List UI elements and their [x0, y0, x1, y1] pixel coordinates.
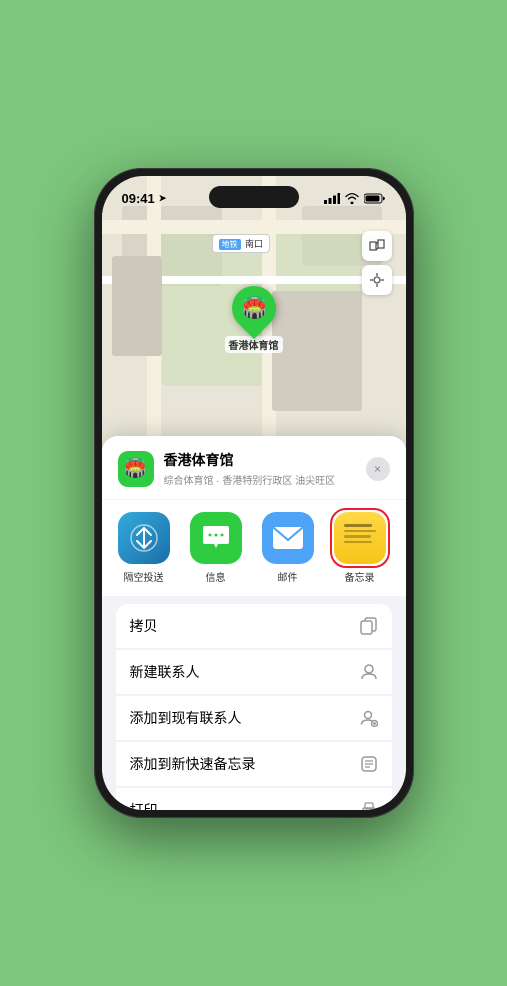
- quick-note-label: 添加到新快速备忘录: [130, 754, 256, 774]
- mail-label: 邮件: [278, 569, 298, 584]
- marker-pin: 🏟️: [222, 277, 284, 339]
- location-info: 香港体育馆 综合体育馆 · 香港特别行政区 油尖旺区: [164, 450, 366, 487]
- add-contact-icon: [360, 709, 378, 727]
- location-name: 香港体育馆: [164, 450, 366, 470]
- share-apps-row: 隔空投送 信息: [102, 500, 406, 596]
- location-button[interactable]: [362, 265, 392, 295]
- location-header: 🏟️ 香港体育馆 综合体育馆 · 香港特别行政区 油尖旺区 ×: [102, 436, 406, 499]
- app-item-messages[interactable]: 信息: [182, 512, 250, 584]
- new-contact-icon: [360, 663, 378, 681]
- map-controls: [362, 231, 392, 299]
- app-item-airdrop[interactable]: 隔空投送: [110, 512, 178, 584]
- dynamic-island: [209, 186, 299, 208]
- print-icon: [360, 801, 378, 810]
- action-quick-note[interactable]: 添加到新快速备忘录: [116, 742, 392, 787]
- action-new-contact[interactable]: 新建联系人: [116, 650, 392, 695]
- phone-screen: 09:41 ➤: [102, 176, 406, 810]
- close-button[interactable]: ×: [366, 457, 390, 481]
- location-arrow-icon: ➤: [159, 193, 167, 204]
- airdrop-label: 隔空投送: [124, 569, 164, 584]
- time-display: 09:41: [122, 191, 155, 206]
- action-list: 拷贝 新建联系人 添加到现有联系人: [102, 604, 406, 810]
- new-contact-label: 新建联系人: [130, 662, 200, 682]
- status-time: 09:41 ➤: [122, 191, 167, 206]
- apps-list: 隔空投送 信息: [110, 512, 398, 584]
- status-icons: [324, 193, 386, 204]
- copy-label: 拷贝: [130, 616, 158, 636]
- action-print[interactable]: 打印: [116, 788, 392, 810]
- phone-frame: 09:41 ➤: [94, 168, 414, 818]
- app-item-notes[interactable]: 备忘录: [326, 512, 394, 584]
- map-background: 地铁 南口 🏟️ 香港体育馆: [102, 176, 406, 476]
- messages-label: 信息: [206, 569, 226, 584]
- app-item-more[interactable]: 更多: [398, 512, 406, 584]
- signal-icon: [324, 193, 340, 204]
- map-entrance-label: 地铁 南口: [212, 234, 271, 253]
- location-description: 综合体育馆 · 香港特别行政区 油尖旺区: [164, 472, 366, 487]
- messages-icon: [190, 512, 242, 564]
- notes-label: 备忘录: [345, 569, 375, 584]
- add-contact-label: 添加到现有联系人: [130, 708, 242, 728]
- action-add-contact[interactable]: 添加到现有联系人: [116, 696, 392, 741]
- battery-icon: [364, 193, 386, 204]
- wifi-icon: [345, 193, 359, 204]
- notes-icon: [334, 512, 386, 564]
- quick-note-icon: [360, 755, 378, 773]
- location-app-icon: 🏟️: [118, 451, 154, 487]
- print-label: 打印: [130, 800, 158, 810]
- app-item-mail[interactable]: 邮件: [254, 512, 322, 584]
- map-marker: 🏟️ 香港体育馆: [225, 286, 283, 353]
- map-type-button[interactable]: [362, 231, 392, 261]
- copy-icon: [360, 617, 378, 635]
- mail-icon: [262, 512, 314, 564]
- action-copy[interactable]: 拷贝: [116, 604, 392, 649]
- airdrop-icon: [118, 512, 170, 564]
- bottom-sheet: 🏟️ 香港体育馆 综合体育馆 · 香港特别行政区 油尖旺区 ×: [102, 436, 406, 810]
- map-label-text: 南口: [245, 239, 263, 249]
